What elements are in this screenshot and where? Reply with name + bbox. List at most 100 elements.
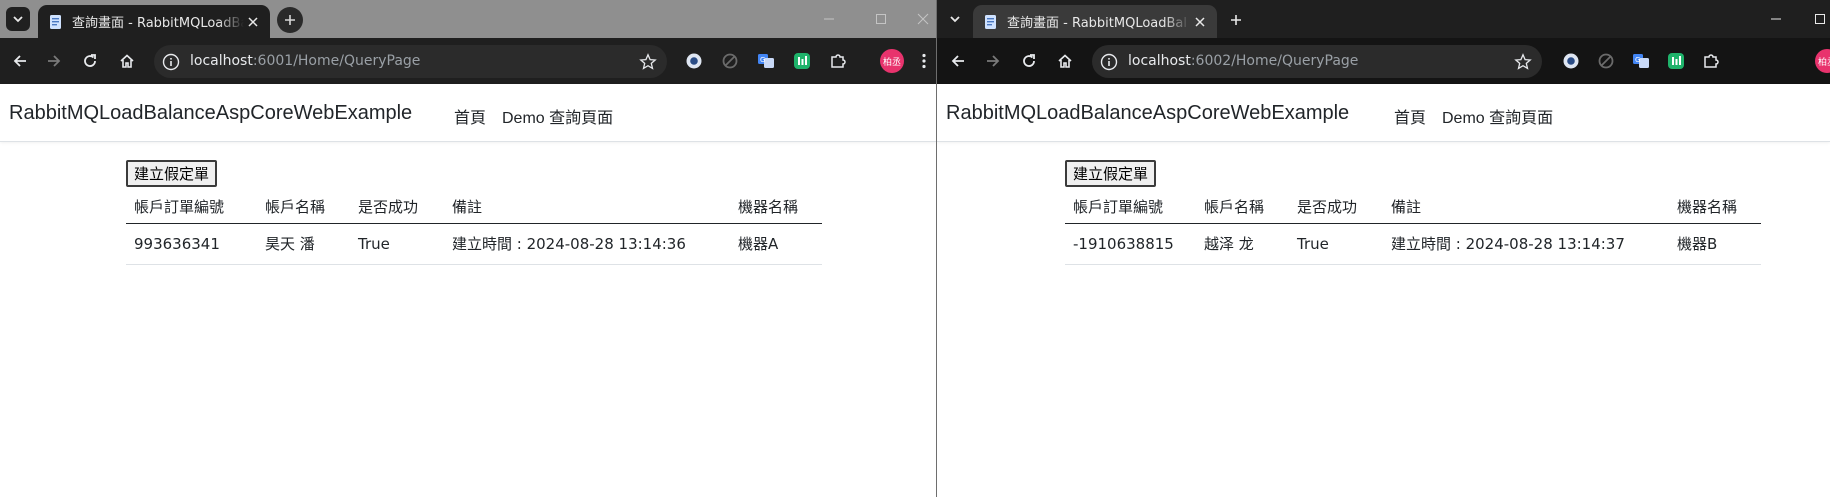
close-icon (917, 13, 929, 25)
extensions-button[interactable] (828, 51, 848, 71)
profile-avatar[interactable]: 柏丞 (1815, 49, 1830, 73)
table-row: 993636341 昊天 潘 True 建立時間 : 2024-08-28 13… (126, 223, 822, 265)
nav-link-home[interactable]: 首頁 (454, 104, 486, 128)
nav-link-query[interactable]: Demo 查詢頁面 (502, 104, 613, 128)
tab-search-button[interactable] (6, 7, 30, 31)
back-button[interactable] (946, 49, 970, 73)
table-header-row: 帳戶訂單編號 帳戶名稱 是否成功 備註 機器名稱 (126, 190, 822, 224)
url-text: localhost:6001/Home/QueryPage (190, 53, 420, 69)
forward-button[interactable] (42, 49, 66, 73)
web-page: RabbitMQLoadBalanceAspCoreWebExample 首頁 … (0, 84, 936, 497)
translate-icon: G (758, 54, 774, 68)
tab-close-button[interactable] (244, 13, 262, 31)
browser-window-left: 查詢畫面 - RabbitMQLoadBal localhost:6001/Ho… (0, 0, 936, 497)
cell-note: 建立時間 : 2024-08-28 13:14:37 (1383, 223, 1669, 265)
minimize-button[interactable] (820, 10, 838, 28)
home-button[interactable] (115, 49, 139, 73)
site-brand-link[interactable]: RabbitMQLoadBalanceAspCoreWebExample (9, 102, 412, 125)
star-icon[interactable] (1514, 53, 1532, 71)
tab-title: 查詢畫面 - RabbitMQLoadBal (1007, 16, 1188, 31)
tab-strip: 查詢畫面 - RabbitMQLoadBal (0, 0, 936, 38)
home-icon (1058, 54, 1072, 68)
extension-button-1[interactable] (684, 51, 704, 71)
tab-active[interactable]: 查詢畫面 - RabbitMQLoadBal (973, 5, 1217, 38)
extension-button-4[interactable] (792, 51, 812, 71)
close-icon (248, 16, 258, 27)
reload-button[interactable] (78, 49, 102, 73)
reload-icon (84, 54, 96, 67)
profile-avatar[interactable]: 柏丞 (880, 49, 904, 73)
cell-account-name: 昊天 潘 (257, 223, 350, 265)
tab-search-button[interactable] (943, 7, 967, 31)
column-header-order-id: 帳戶訂單編號 (126, 190, 257, 224)
close-window-button[interactable] (914, 10, 932, 28)
url-path: :6001/Home/QueryPage (252, 53, 421, 69)
url-text: localhost:6002/Home/QueryPage (1128, 53, 1358, 69)
plus-icon (1231, 15, 1241, 25)
extension-sync-icon (722, 53, 738, 69)
nav-link-query[interactable]: Demo 查詢頁面 (1442, 104, 1553, 128)
back-button[interactable] (8, 49, 32, 73)
column-header-machine: 機器名稱 (730, 190, 822, 224)
tab-strip: 查詢畫面 - RabbitMQLoadBal (937, 0, 1830, 38)
orders-table: 帳戶訂單編號 帳戶名稱 是否成功 備註 機器名稱 993636341 昊天 潘 … (126, 190, 822, 265)
maximize-button[interactable] (872, 10, 890, 28)
extension-button-3[interactable]: G (1631, 51, 1651, 71)
site-navbar: RabbitMQLoadBalanceAspCoreWebExample 首頁 … (0, 84, 936, 142)
home-icon (120, 54, 134, 68)
extension-button-4[interactable] (1666, 51, 1686, 71)
create-fake-order-button[interactable]: 建立假定單 (126, 160, 218, 187)
column-header-note: 備註 (1383, 190, 1669, 224)
nav-link-home[interactable]: 首頁 (1394, 104, 1426, 128)
minimize-icon (824, 18, 834, 20)
create-fake-order-button[interactable]: 建立假定單 (1065, 160, 1157, 187)
site-info-icon (1100, 53, 1118, 71)
svg-text:G: G (1635, 56, 1640, 64)
minimize-button[interactable] (1767, 10, 1785, 28)
column-header-note: 備註 (444, 190, 730, 224)
page-icon (985, 14, 996, 29)
new-tab-button[interactable] (1223, 7, 1249, 33)
forward-button[interactable] (981, 49, 1005, 73)
url-host: localhost (190, 53, 253, 69)
browser-toolbar: localhost:6001/Home/QueryPage G 柏丞 (0, 38, 936, 84)
column-header-success: 是否成功 (350, 190, 444, 224)
new-tab-button[interactable] (277, 7, 303, 33)
site-navbar: RabbitMQLoadBalanceAspCoreWebExample 首頁 … (937, 84, 1830, 142)
maximize-button[interactable] (1811, 10, 1829, 28)
address-bar[interactable]: localhost:6002/Home/QueryPage (1092, 45, 1542, 78)
tab-active[interactable]: 查詢畫面 - RabbitMQLoadBal (38, 5, 270, 38)
page-icon (50, 14, 61, 29)
cell-success: True (350, 223, 444, 265)
browser-window-right: 查詢畫面 - RabbitMQLoadBal localhost:6002/Ho… (937, 0, 1830, 497)
column-header-order-id: 帳戶訂單編號 (1065, 190, 1196, 224)
star-icon[interactable] (639, 53, 657, 71)
orders-table: 帳戶訂單編號 帳戶名稱 是否成功 備註 機器名稱 -1910638815 越泽 … (1065, 190, 1761, 265)
cell-machine: 機器B (1669, 223, 1761, 265)
browser-menu-button[interactable] (916, 49, 932, 73)
back-arrow-icon (13, 55, 26, 67)
reload-icon (1023, 54, 1035, 67)
address-bar[interactable]: localhost:6001/Home/QueryPage (154, 45, 667, 78)
home-button[interactable] (1053, 49, 1077, 73)
url-host: localhost (1128, 53, 1191, 69)
url-path: :6002/Home/QueryPage (1190, 53, 1359, 69)
cell-order-id: 993636341 (126, 223, 257, 265)
extension-button-3[interactable]: G (756, 51, 776, 71)
extension-green-icon (1668, 53, 1684, 69)
extension-button-2[interactable] (1596, 51, 1616, 71)
extensions-button[interactable] (1701, 51, 1721, 71)
tab-close-button[interactable] (1191, 13, 1209, 31)
site-brand-link[interactable]: RabbitMQLoadBalanceAspCoreWebExample (946, 102, 1349, 125)
table-header-row: 帳戶訂單編號 帳戶名稱 是否成功 備註 機器名稱 (1065, 190, 1761, 224)
extension-button-2[interactable] (720, 51, 740, 71)
extension-circle-icon (1563, 53, 1579, 69)
reload-button[interactable] (1017, 49, 1041, 73)
chevron-down-icon (950, 16, 960, 23)
column-header-account-name: 帳戶名稱 (1196, 190, 1289, 224)
translate-icon: G (1633, 54, 1649, 68)
extension-button-1[interactable] (1561, 51, 1581, 71)
desktop: 查詢畫面 - RabbitMQLoadBal localhost:6001/Ho… (0, 0, 1830, 497)
puzzle-icon (1704, 54, 1719, 68)
column-header-success: 是否成功 (1289, 190, 1383, 224)
